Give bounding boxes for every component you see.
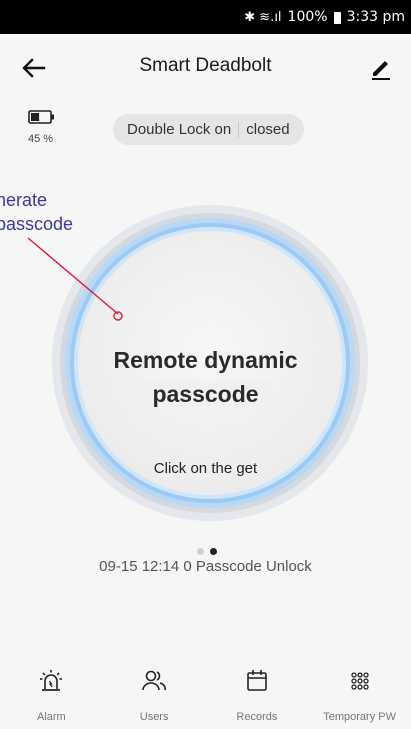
nav-records-label: Records xyxy=(236,711,278,723)
door-state: closed xyxy=(246,121,290,138)
lock-mode: Double Lock on xyxy=(127,121,232,138)
page-dot-active xyxy=(210,548,217,555)
battery-percent: 45 % xyxy=(28,133,54,145)
status-icons: ✱ ≋.ıl xyxy=(244,9,282,25)
nav-users[interactable]: Users xyxy=(103,660,206,729)
calendar-icon xyxy=(247,670,267,691)
page-title: Smart Deadbolt xyxy=(139,55,272,76)
annotation-line1: nerate xyxy=(0,190,48,210)
nav-temporary-pw-label: Temporary PW xyxy=(323,711,396,723)
battery-icon xyxy=(28,110,54,124)
nav-records[interactable]: Records xyxy=(206,660,309,729)
page-dot xyxy=(197,548,204,555)
pencil-icon xyxy=(372,61,390,80)
alarm-icon xyxy=(40,670,63,691)
dial-title-line2: passcode xyxy=(138,381,273,407)
users-icon xyxy=(142,670,167,691)
page-indicator xyxy=(197,548,217,555)
lock-status-badge: Double Lock on closed xyxy=(113,114,304,145)
annotation-label: nerate passcode xyxy=(0,188,96,236)
annotation-line2: passcode xyxy=(0,214,74,234)
last-record: 09-15 12:14 0 Passcode Unlock xyxy=(99,558,312,575)
dial-title: Remote dynamic passcode xyxy=(76,343,336,411)
status-battery-percent: 100% xyxy=(287,9,328,25)
status-bar: ✱ ≋.ıl 100% 3:33 pm xyxy=(0,0,411,34)
nav-temporary-pw[interactable]: Temporary PW xyxy=(308,660,411,729)
nav-alarm[interactable]: Alarm xyxy=(0,660,103,729)
keypad-icon xyxy=(350,672,369,690)
app-header: Smart Deadbolt xyxy=(0,34,411,100)
nav-alarm-label: Alarm xyxy=(37,711,66,723)
nav-users-label: Users xyxy=(139,711,169,723)
dial-title-line1: Remote dynamic xyxy=(113,347,298,373)
status-time: 3:33 pm xyxy=(346,9,405,25)
bottom-nav: Alarm Users Records Temporary PW xyxy=(0,660,411,729)
status-battery-icon xyxy=(333,12,341,24)
device-battery: 45 % xyxy=(28,110,68,145)
edit-button[interactable] xyxy=(367,54,395,82)
status-divider xyxy=(238,121,240,138)
get-passcode-button[interactable]: Click on the get xyxy=(0,460,411,477)
